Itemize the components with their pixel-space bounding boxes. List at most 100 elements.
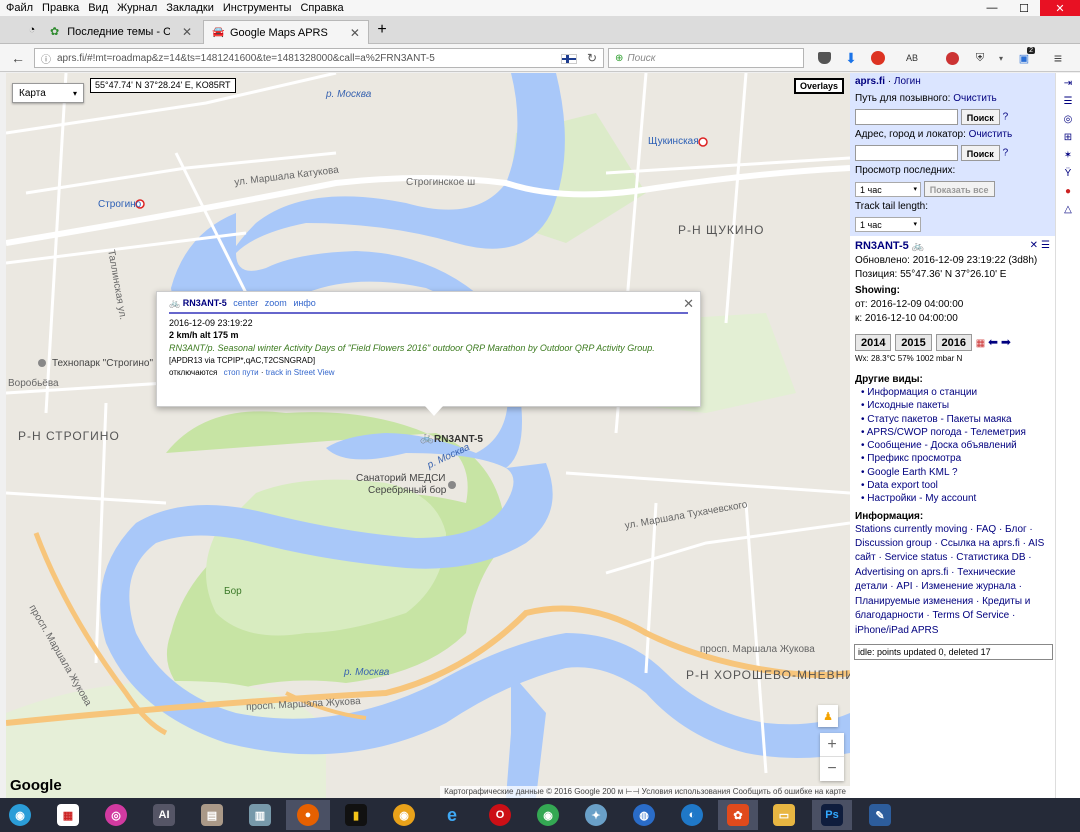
map-type-select[interactable]: Карта ▾: [12, 83, 84, 103]
close-icon[interactable]: ✕: [1030, 239, 1038, 253]
list-icon[interactable]: ☰: [1041, 239, 1050, 253]
taskbar-app-tools[interactable]: ✎: [860, 800, 900, 830]
link-settings[interactable]: Настройки - My account: [855, 492, 1050, 505]
link-station-info[interactable]: Информация о станции: [855, 386, 1050, 399]
taskbar-app-firefox[interactable]: ●: [286, 800, 330, 830]
adblock-icon[interactable]: [870, 50, 886, 66]
taskbar-app-ai[interactable]: AI: [144, 800, 184, 830]
zoom-out-button[interactable]: −: [820, 757, 844, 781]
overlays-button[interactable]: Overlays: [793, 78, 844, 94]
taskbar-app-archive[interactable]: ▤: [192, 800, 232, 830]
pegman-icon[interactable]: ♟: [818, 705, 838, 727]
taskbar-app-terminal[interactable]: ▮: [336, 800, 376, 830]
taskbar-app-chart[interactable]: ▦: [48, 800, 88, 830]
login-icon[interactable]: ⇥: [1061, 76, 1075, 90]
close-icon[interactable]: ✕: [350, 26, 360, 40]
tab-outdoor[interactable]: ✿ Последние темы - Outdo… ✕: [42, 20, 200, 44]
search-address-button[interactable]: Поиск: [960, 145, 1000, 161]
taskbar-app-opera[interactable]: O: [480, 800, 520, 830]
street-view-link[interactable]: track in Street View: [266, 368, 335, 377]
taskbar-app-media[interactable]: ◎: [96, 800, 136, 830]
login-link[interactable]: Логин: [894, 76, 921, 87]
arrow-left-icon[interactable]: ⬅: [988, 335, 998, 349]
clear-address-link[interactable]: Очистить: [969, 129, 1013, 140]
taskbar-app-chrome[interactable]: ◉: [528, 800, 568, 830]
taskbar-app-chrome-canary[interactable]: ◉: [384, 800, 424, 830]
taskbar-app-ie[interactable]: e: [432, 800, 472, 830]
info-link[interactable]: инфо: [293, 298, 315, 308]
taskbar-app-paint[interactable]: ✿: [718, 800, 758, 830]
help-link[interactable]: ?: [1003, 112, 1009, 123]
link-kml[interactable]: Google Earth KML ?: [855, 466, 1050, 479]
cocktail-icon[interactable]: Ÿ: [1061, 166, 1075, 180]
url-bar[interactable]: ⓘ aprs.fi/#!mt=roadmap&z=14&ts=148124160…: [34, 48, 604, 68]
bicycle-icon[interactable]: 🚲: [420, 431, 434, 444]
tail-length-select[interactable]: 1 час ▾: [855, 217, 921, 232]
help-link[interactable]: ?: [1003, 148, 1009, 159]
taskbar-app-photoshop[interactable]: Ps: [812, 800, 852, 830]
reload-icon[interactable]: ↻: [587, 51, 597, 65]
taskbar-app-safari[interactable]: ✦: [576, 800, 616, 830]
link-weather[interactable]: APRS/CWOP погода - Телеметрия: [855, 426, 1050, 439]
close-icon[interactable]: ✕: [182, 25, 192, 39]
menu-tools[interactable]: Инструменты: [223, 2, 292, 14]
year-button-2016[interactable]: 2016: [935, 334, 973, 351]
link-prefix[interactable]: Префикс просмотра: [855, 452, 1050, 465]
track-stop-link[interactable]: стоп пути: [224, 368, 259, 377]
menu-view[interactable]: Вид: [88, 2, 108, 14]
chevron-down-icon[interactable]: ▾: [993, 50, 1009, 66]
download-icon[interactable]: ⬇: [843, 50, 859, 66]
addon-icon[interactable]: [944, 50, 960, 66]
maximize-button[interactable]: ☐: [1008, 0, 1040, 16]
triangle-icon[interactable]: △: [1061, 202, 1075, 216]
menu-edit[interactable]: Правка: [42, 2, 79, 14]
hamburger-menu-icon[interactable]: ≡: [1050, 50, 1066, 66]
pocket-icon[interactable]: [816, 50, 832, 66]
close-icon[interactable]: ✕: [683, 296, 694, 312]
globe-icon[interactable]: ◎: [1061, 112, 1075, 126]
list-icon[interactable]: ☰: [1061, 94, 1075, 108]
info-links[interactable]: Stations currently moving · FAQ · Блог ·…: [855, 523, 1050, 638]
menu-help[interactable]: Справка: [300, 2, 343, 14]
taskbar-app-browser[interactable]: ◐: [672, 800, 712, 830]
search-callsign-button[interactable]: Поиск: [960, 109, 1000, 125]
minimize-button[interactable]: —: [976, 0, 1008, 16]
palette-icon[interactable]: ●: [1061, 184, 1075, 198]
chart-icon[interactable]: ⊞: [1061, 130, 1075, 144]
star-icon[interactable]: ✶: [1061, 148, 1075, 162]
new-tab-button[interactable]: +: [374, 21, 390, 38]
taskbar-app-explorer[interactable]: ▭: [764, 800, 804, 830]
link-packet-status[interactable]: Статус пакетов - Пакеты маяка: [855, 413, 1050, 426]
menu-bookmarks[interactable]: Закладки: [166, 2, 214, 14]
info-icon[interactable]: ⓘ: [41, 51, 51, 66]
back-icon[interactable]: ←: [8, 48, 28, 68]
notifications-icon[interactable]: ▣ 2: [1016, 47, 1035, 66]
link-export[interactable]: Data export tool: [855, 479, 1050, 492]
show-all-button[interactable]: Показать все: [923, 181, 995, 197]
callsign-input[interactable]: [855, 109, 958, 125]
close-button[interactable]: ✕: [1040, 0, 1080, 16]
translate-button[interactable]: AB: [904, 50, 920, 66]
link-messages[interactable]: Сообщение - Доска объявлений: [855, 439, 1050, 452]
view-last-select[interactable]: 1 час ▾: [855, 181, 921, 197]
taskbar-app-calculator[interactable]: ▥: [240, 800, 280, 830]
station-callsign[interactable]: RN3ANT-5: [855, 240, 909, 252]
clear-path-link[interactable]: Очистить: [953, 93, 997, 104]
history-icon[interactable]: ◔: [24, 22, 40, 38]
taskbar-app-globe[interactable]: ◍: [624, 800, 664, 830]
center-link[interactable]: center: [233, 298, 258, 308]
zoom-in-button[interactable]: +: [820, 733, 844, 757]
tab-aprs[interactable]: 🚘 Google Maps APRS ✕: [203, 20, 369, 44]
year-button-2015[interactable]: 2015: [895, 334, 932, 351]
address-input[interactable]: [855, 145, 958, 161]
arrow-right-icon[interactable]: ➡: [1001, 335, 1011, 349]
zoom-link[interactable]: zoom: [265, 298, 287, 308]
map-view[interactable]: р. Москва Щукинская Строгино Строгинское…: [6, 73, 850, 798]
calendar-icon[interactable]: ▦: [976, 338, 985, 349]
popup-callsign[interactable]: RN3ANT-5: [183, 298, 227, 308]
start-button[interactable]: ◉: [0, 800, 40, 830]
menu-history[interactable]: Журнал: [117, 2, 157, 14]
link-raw-packets[interactable]: Исходные пакеты: [855, 399, 1050, 412]
menu-file[interactable]: Файл: [6, 2, 33, 14]
lock-icon[interactable]: ⛨: [972, 50, 988, 66]
